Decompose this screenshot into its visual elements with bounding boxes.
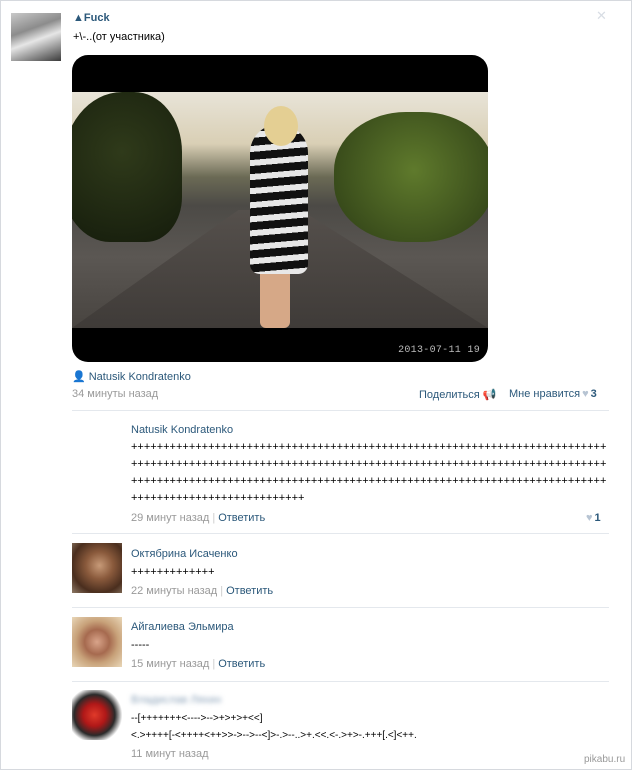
author-avatar[interactable] [11, 13, 61, 61]
comment-avatar[interactable] [72, 543, 122, 593]
comment-avatar[interactable] [72, 617, 122, 667]
share-button[interactable]: Поделиться 📢 [419, 388, 496, 401]
comment-meta: 15 минут назад | Ответить [131, 658, 265, 670]
meta-separator: | [220, 585, 224, 597]
comment-like-count: 1 [594, 512, 601, 524]
comment-author[interactable]: Владислав Ляхин [131, 694, 221, 706]
meta-separator: | [212, 658, 216, 670]
person-icon: 👤 [72, 371, 86, 383]
like-count: 3 [590, 388, 597, 400]
tagged-person[interactable]: 👤 Natusik Kondratenko [72, 370, 191, 383]
photo-figure-dress [250, 124, 308, 274]
post-time[interactable]: 34 минуты назад [72, 388, 158, 400]
comment-avatar[interactable] [72, 420, 122, 470]
comment-meta: 11 минут назад [131, 748, 209, 760]
reply-button[interactable]: Ответить [218, 658, 265, 670]
photo-tree [334, 112, 488, 242]
comment-time[interactable]: 15 минут назад [131, 658, 209, 670]
like-button[interactable]: Мне нравится ♥ 3 [509, 388, 597, 400]
comment-text: ++++++++++++++++++++++++++++++++++++++++… [131, 441, 607, 504]
close-icon[interactable]: ✕ [596, 8, 607, 24]
divider [72, 607, 609, 608]
reply-button[interactable]: Ответить [226, 585, 273, 597]
post-author-link[interactable]: ▲Fuck [73, 12, 110, 24]
photo-figure-head [264, 106, 298, 146]
comment-author[interactable]: Айгалиева Эльмира [131, 621, 234, 633]
post-photo[interactable]: 2013-07-11 19 [72, 55, 488, 362]
comment-author[interactable]: Октябрина Исаченко [131, 548, 238, 560]
share-label: Поделиться [419, 389, 480, 401]
watermark: pikabu.ru [584, 754, 626, 765]
heart-icon: ♥ [582, 388, 589, 400]
comment-time[interactable]: 29 минут назад [131, 512, 209, 524]
comment-author[interactable]: Natusik Kondratenko [131, 424, 233, 436]
comment-text: --[+++++++<---->-->+>+>+<<] <.>++++[-<++… [131, 713, 417, 741]
comment-meta: 29 минут назад | Ответить [131, 512, 265, 524]
comment-text: ----- [131, 639, 150, 651]
comment-like-button[interactable]: ♥ 1 [584, 512, 601, 524]
megaphone-icon: 📢 [482, 389, 497, 401]
divider [72, 533, 609, 534]
heart-icon: ♥ [586, 512, 593, 524]
comment-meta: 22 минуты назад | Ответить [131, 585, 273, 597]
comment-avatar[interactable] [72, 690, 122, 740]
like-label: Мне нравится [509, 388, 581, 400]
tagged-person-name[interactable]: Natusik Kondratenko [89, 371, 191, 383]
photo-tree [72, 92, 182, 242]
photo-date-stamp: 2013-07-11 19 [398, 345, 480, 356]
post-text: +\-..(от участника) [73, 31, 165, 43]
photo-figure-legs [260, 268, 290, 328]
photo-scene [72, 92, 488, 328]
divider [72, 410, 609, 411]
comment-time[interactable]: 11 минут назад [131, 748, 209, 760]
reply-button[interactable]: Ответить [218, 512, 265, 524]
comment-text: +++++++++++++ [131, 566, 215, 578]
comment-time[interactable]: 22 минуты назад [131, 585, 217, 597]
divider [72, 681, 609, 682]
meta-separator: | [212, 512, 216, 524]
